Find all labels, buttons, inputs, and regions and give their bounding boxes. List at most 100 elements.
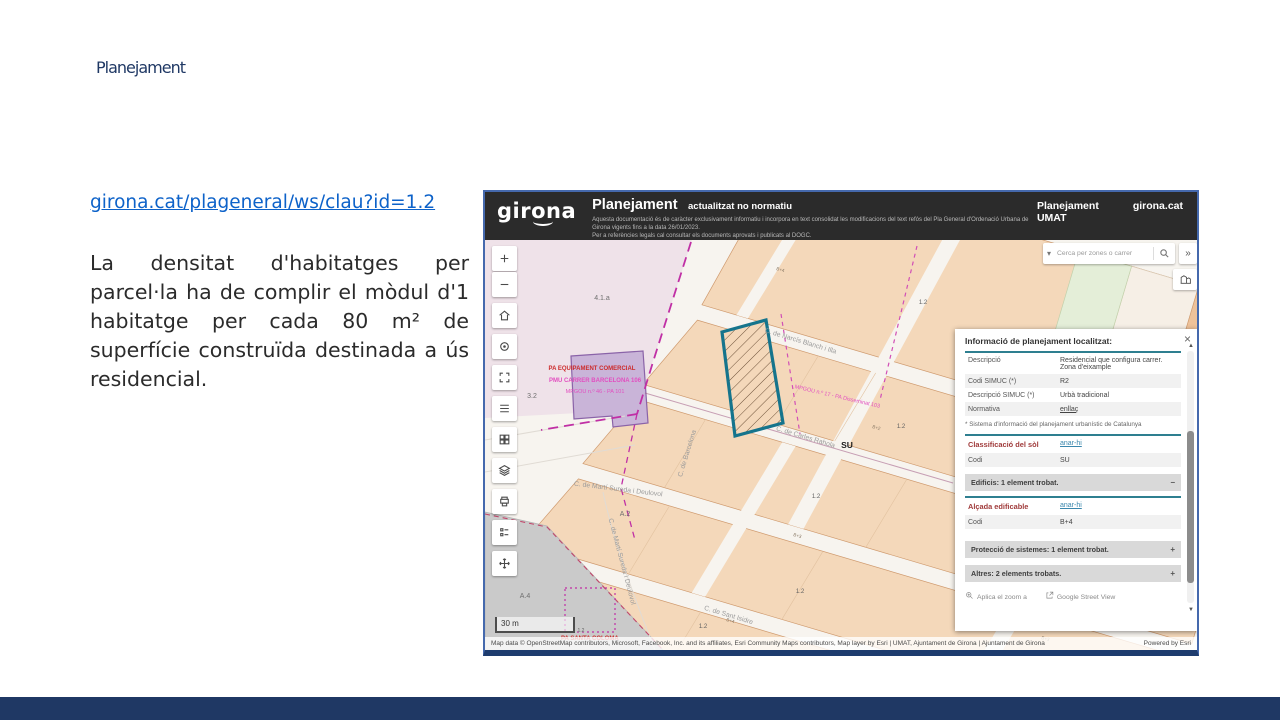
anar-hi-link[interactable]: anar-hi bbox=[1060, 440, 1178, 449]
header-site-link[interactable]: girona.cat bbox=[1133, 200, 1183, 212]
anar-hi-link[interactable]: anar-hi bbox=[1060, 502, 1178, 511]
locate-icon bbox=[498, 340, 511, 353]
map-app-subtitle: actualitzat no normatiu bbox=[688, 201, 792, 212]
search-expand-button[interactable]: » bbox=[1179, 243, 1197, 264]
buildings-3d-icon bbox=[1179, 273, 1192, 286]
legend-button[interactable] bbox=[492, 520, 517, 545]
scroll-down-icon[interactable]: ▼ bbox=[1188, 607, 1194, 613]
search-icon[interactable] bbox=[1159, 248, 1170, 259]
zone-label-su: SU bbox=[841, 440, 853, 450]
section-header-altres[interactable]: Altres: 2 elements trobats. + bbox=[965, 565, 1181, 582]
pan-button[interactable] bbox=[492, 551, 517, 576]
header-app-org: UMAT bbox=[1037, 212, 1183, 224]
row-value: SU bbox=[1060, 457, 1178, 464]
normativa-link[interactable]: enllaç bbox=[1060, 406, 1178, 413]
section-classificacio: Classificació del sòl anar-hi Codi SU bbox=[965, 434, 1181, 467]
search-box: ▾ bbox=[1043, 243, 1175, 264]
table-row: Descripció SIMUC (*) Urbà tradicional bbox=[965, 388, 1181, 402]
logo-swoosh-icon bbox=[533, 217, 553, 226]
minus-icon bbox=[498, 278, 511, 291]
search-divider bbox=[1153, 247, 1154, 260]
row-label: Codi bbox=[968, 457, 1060, 464]
row-label: Codi bbox=[968, 519, 1060, 526]
zone-label-a4: A.4 bbox=[520, 593, 531, 600]
fullscreen-icon bbox=[498, 371, 511, 384]
map-disclaimer-1: Aquesta documentació és de caràcter excl… bbox=[592, 217, 1028, 231]
row-label: Normativa bbox=[968, 406, 1060, 413]
layers-button[interactable] bbox=[492, 458, 517, 483]
panel-scrollbar[interactable] bbox=[1187, 351, 1194, 603]
zone-label-32: 3.2 bbox=[527, 393, 537, 400]
external-link-icon bbox=[1045, 591, 1054, 600]
row-label: Descripció SIMUC (*) bbox=[968, 392, 1060, 399]
zone-label-12-d: 1.2 bbox=[796, 589, 805, 595]
map-header-right: Planejament girona.cat UMAT bbox=[1037, 192, 1197, 224]
panel-title: Informació de planejament localitzat: bbox=[965, 336, 1181, 346]
scale-bar: 30 m bbox=[495, 617, 575, 633]
search-input[interactable] bbox=[1055, 249, 1153, 258]
plan-label-mpgou46: MPGOU n.º 46 - PA 101 bbox=[566, 388, 625, 395]
section-title: Classificació del sòl bbox=[968, 440, 1060, 449]
map-toolbar bbox=[492, 246, 517, 576]
pan-icon bbox=[498, 557, 511, 570]
expand-icon[interactable]: + bbox=[1170, 545, 1175, 554]
home-button[interactable] bbox=[492, 303, 517, 328]
search-filter-caret-icon[interactable]: ▾ bbox=[1043, 249, 1055, 258]
home-icon bbox=[498, 309, 511, 322]
zoom-in-button[interactable] bbox=[492, 246, 517, 271]
row-value: Urbà tradicional bbox=[1060, 392, 1178, 399]
zoom-to-link[interactable]: Aplica el zoom a bbox=[965, 591, 1027, 601]
zoom-out-button[interactable] bbox=[492, 272, 517, 297]
scrollbar-thumb[interactable] bbox=[1187, 431, 1194, 583]
scene-3d-button[interactable] bbox=[1173, 269, 1197, 290]
table-row: Descripció Residencial que configura car… bbox=[965, 353, 1181, 374]
scroll-up-icon[interactable]: ▲ bbox=[1188, 343, 1194, 349]
zone-label-12-c: 1.2 bbox=[812, 494, 821, 500]
page-title: Planejament bbox=[96, 58, 185, 77]
menu-button[interactable] bbox=[492, 396, 517, 421]
fullscreen-button[interactable] bbox=[492, 365, 517, 390]
basemap-button[interactable] bbox=[492, 427, 517, 452]
expand-icon[interactable]: + bbox=[1170, 569, 1175, 578]
zoom-to-icon bbox=[965, 591, 974, 600]
plan-label-pmu: PMU CARRER BARCELONA 106 bbox=[549, 378, 642, 384]
row-value: R2 bbox=[1060, 378, 1178, 385]
zone-label-12-scale: 1.2 bbox=[578, 628, 585, 634]
layers-icon bbox=[498, 464, 511, 477]
plan-label-pa-equipament: PA EQUIPAMENT COMERCIAL bbox=[549, 366, 636, 372]
section-alcada: Alçada edificable anar-hi Codi B+4 bbox=[965, 496, 1181, 529]
print-icon bbox=[498, 495, 511, 508]
map-body: 4.1.a 3.2 A.2 A.4 1.2 1.2 1.2 1.2 1.2 1.… bbox=[485, 240, 1197, 650]
panel-footer: Aplica el zoom a Google Street View bbox=[965, 591, 1181, 601]
header-app-name: Planejament bbox=[1037, 200, 1099, 212]
basemap-grid-icon bbox=[498, 433, 511, 446]
map-header: girona Planejament actualitzat no normat… bbox=[485, 192, 1197, 240]
map-disclaimer-2: Per a referències legals cal consultar e… bbox=[592, 233, 811, 239]
attribution-text: Map data © OpenStreetMap contributors, M… bbox=[491, 640, 1045, 647]
collapse-icon[interactable]: − bbox=[1170, 478, 1175, 487]
table-row: Normativa enllaç bbox=[965, 402, 1181, 416]
section-header-proteccio[interactable]: Protecció de sistemes: 1 element trobat.… bbox=[965, 541, 1181, 558]
zone-label-12-e: 1.2 bbox=[699, 624, 708, 630]
panel-footnote: * Sistema d'informació del planejament u… bbox=[965, 421, 1181, 428]
map-app-title: Planejament bbox=[592, 197, 677, 213]
chevrons-right-icon: » bbox=[1185, 248, 1191, 259]
girona-plan-link[interactable]: girona.cat/plageneral/ws/clau?id=1.2 bbox=[90, 192, 435, 213]
row-value: B+4 bbox=[1060, 519, 1178, 526]
zone-label-41a: 4.1.a bbox=[594, 295, 610, 302]
section-header-edificis[interactable]: Edificis: 1 element trobat. − bbox=[965, 474, 1181, 491]
zone-label-a2: A.2 bbox=[620, 511, 631, 518]
print-button[interactable] bbox=[492, 489, 517, 514]
body-paragraph: La densitat d'habitatges per parcel·la h… bbox=[90, 249, 469, 395]
legend-icon bbox=[498, 526, 511, 539]
map-screenshot: girona Planejament actualitzat no normat… bbox=[483, 190, 1199, 656]
zone-label-12-a: 1.2 bbox=[919, 300, 928, 306]
info-panel: Informació de planejament localitzat: × … bbox=[955, 329, 1197, 631]
panel-attribute-table: Descripció Residencial que configura car… bbox=[965, 351, 1181, 416]
row-label: Codi SIMUC (*) bbox=[968, 378, 1060, 385]
street-view-link[interactable]: Google Street View bbox=[1045, 591, 1115, 601]
locate-button[interactable] bbox=[492, 334, 517, 359]
plus-icon bbox=[498, 252, 511, 265]
left-column: girona.cat/plageneral/ws/clau?id=1.2 La … bbox=[90, 192, 469, 415]
section-title: Alçada edificable bbox=[968, 502, 1060, 511]
